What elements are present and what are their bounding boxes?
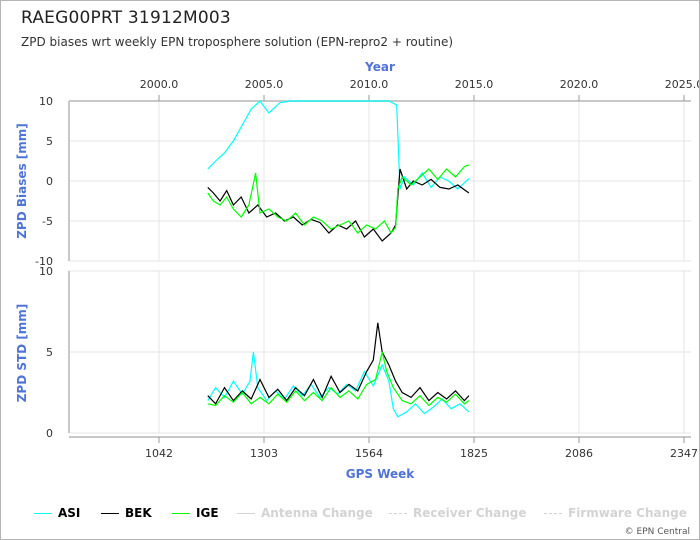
series-line-bottom-bek bbox=[207, 322, 470, 405]
y-tick-label-bottom: 5 bbox=[46, 346, 53, 359]
series-line-top-ige bbox=[207, 164, 470, 235]
year-tick-label: 2015.0 bbox=[455, 78, 494, 91]
y-tick-label-bottom: 10 bbox=[39, 265, 53, 278]
legend-swatch bbox=[389, 512, 407, 514]
legend-item-asi[interactable]: ASI bbox=[34, 506, 80, 520]
series-line-bottom-asi bbox=[207, 351, 470, 418]
series-line-bottom-ige bbox=[207, 351, 470, 407]
gps-tick-label: 1303 bbox=[250, 447, 278, 460]
series-line-top-asi bbox=[207, 100, 470, 190]
y-tick-label-top: 5 bbox=[46, 135, 53, 148]
gps-tick-label: 1042 bbox=[145, 447, 173, 460]
legend-swatch bbox=[172, 512, 190, 514]
year-tick-label: 2005.0 bbox=[245, 78, 284, 91]
legend-label: IGE bbox=[196, 506, 219, 520]
y-axis-label-top: ZPD Biases [mm] bbox=[15, 123, 29, 239]
year-tick-label: 2010.0 bbox=[350, 78, 389, 91]
year-tick-label: 2025.0 bbox=[665, 78, 699, 91]
year-tick-label: 2020.0 bbox=[560, 78, 599, 91]
legend-item-antenna-change[interactable]: Antenna Change bbox=[237, 506, 373, 520]
legend-label: Receiver Change bbox=[413, 506, 527, 520]
legend-label: BEK bbox=[125, 506, 152, 520]
y-tick-label-bottom: 0 bbox=[46, 427, 53, 440]
credit-text: © EPN Central bbox=[624, 527, 690, 537]
y-tick-label-top: 10 bbox=[39, 95, 53, 108]
y-axis-label-bottom: ZPD STD [mm] bbox=[15, 304, 29, 403]
gps-tick-label: 1825 bbox=[460, 447, 488, 460]
legend-swatch bbox=[544, 512, 562, 514]
year-axis-label: Year bbox=[364, 60, 395, 74]
legend-label: Firmware Change bbox=[568, 506, 687, 520]
y-tick-label-top: 0 bbox=[46, 175, 53, 188]
year-tick-label: 2000.0 bbox=[140, 78, 179, 91]
legend-item-ige[interactable]: IGE bbox=[172, 506, 219, 520]
legend-item-bek[interactable]: BEK bbox=[101, 506, 152, 520]
legend-label: Antenna Change bbox=[261, 506, 373, 520]
legend-swatch bbox=[101, 512, 119, 514]
gps-tick-label: 2347 bbox=[670, 447, 698, 460]
legend-item-firmware-change[interactable]: Firmware Change bbox=[544, 506, 687, 520]
chart-svg: 2000.0 2005.0 2010.0 2015.0 2020.0 2025.0 Year… bbox=[15, 60, 699, 481]
series-line-top-bek bbox=[207, 168, 470, 242]
gps-tick-label: 1564 bbox=[355, 447, 383, 460]
legend-swatch bbox=[34, 512, 52, 514]
legend-item-receiver-change[interactable]: Receiver Change bbox=[389, 506, 527, 520]
gps-tick-label: 2086 bbox=[565, 447, 593, 460]
gps-axis-label: GPS Week bbox=[346, 467, 416, 481]
y-tick-label-top: -5 bbox=[42, 215, 53, 228]
legend-label: ASI bbox=[58, 506, 81, 520]
chart-window: RAEG00PRT 31912M003 ZPD biases wrt weekl… bbox=[0, 0, 700, 540]
legend-swatch bbox=[237, 512, 255, 514]
